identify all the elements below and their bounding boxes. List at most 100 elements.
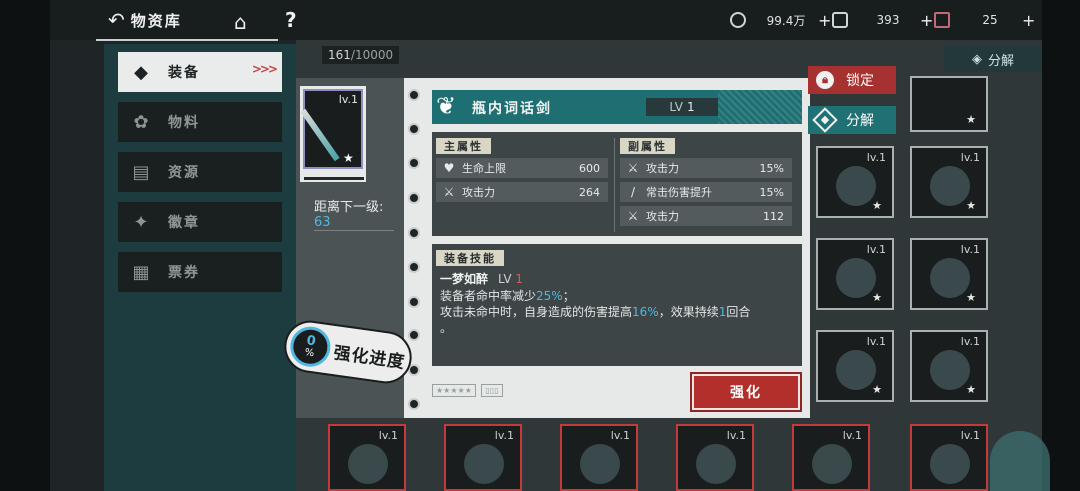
resources-icon: ▤ — [132, 161, 150, 183]
next-level-label: 距离下一级: — [314, 200, 384, 215]
equipment-icon: ◆ — [134, 61, 148, 83]
enhance-button[interactable]: 强化 — [692, 374, 800, 410]
equipment-art-icon — [930, 444, 970, 484]
title-underline — [96, 39, 278, 41]
help-icon[interactable]: ? — [285, 8, 297, 32]
lock-icon: 🔒︎ — [816, 71, 834, 89]
diamond-icon — [812, 107, 838, 133]
equipment-art-icon — [464, 444, 504, 484]
resource-crystal: 25 + — [934, 9, 1035, 31]
card-footer-stamp-icon: ★★★★★ ▯▯▯ — [432, 384, 552, 408]
crystal-icon — [934, 12, 950, 28]
inventory-count-value: 161 — [328, 48, 351, 62]
attr-name: 生命上限 — [462, 162, 506, 175]
slot-level: lv.1 — [960, 151, 980, 164]
inventory-slot[interactable]: lv.1 — [328, 424, 406, 491]
back-button[interactable]: ↶ 物资库 — [108, 8, 182, 32]
inventory-slot[interactable]: lv.1 ★ — [816, 330, 894, 402]
skill-desc-line: 装备者命中率减少25%； — [440, 288, 794, 304]
item-level: lv.1 — [338, 93, 358, 106]
heart-icon: ♥ — [443, 161, 455, 175]
sub-attr-row: ⚔ 攻击力 15% — [620, 158, 792, 178]
slot-level: lv.1 — [960, 243, 980, 256]
inventory-slot[interactable]: lv.1 ★ — [816, 238, 894, 310]
binder-ring-icon — [408, 89, 420, 101]
attr-value: 600 — [579, 161, 600, 175]
equipment-art-icon — [836, 350, 876, 390]
home-icon[interactable]: ⌂ — [234, 10, 247, 34]
skill-text: 装备者命中率减少 — [440, 289, 537, 303]
badge-icon: ✦ — [133, 211, 149, 233]
add-crystal-button[interactable]: + — [1022, 11, 1035, 30]
inventory-slot[interactable]: ★ — [910, 76, 988, 132]
sub-attributes-title: 副属性 — [620, 138, 675, 154]
equipment-art-icon — [812, 444, 852, 484]
voucher-icon: ▦ — [132, 261, 150, 283]
main-attributes-title: 主属性 — [436, 138, 491, 154]
inventory-slot[interactable]: lv.1 ★ — [910, 146, 988, 218]
equipment-art-icon — [930, 258, 970, 298]
slot-level: lv.1 — [960, 429, 980, 442]
inventory-slot[interactable]: lv.1 — [792, 424, 870, 491]
add-coin-button[interactable]: + — [818, 11, 831, 30]
attr-name: 攻击力 — [646, 162, 679, 175]
attr-value: 15% — [759, 185, 784, 199]
menu-item-equipment[interactable]: ◆ 装备 >>> — [118, 52, 282, 92]
page-title: 物资库 — [130, 11, 182, 30]
slot-level: lv.1 — [494, 429, 514, 442]
ticket-value: 393 — [876, 13, 900, 27]
lock-button[interactable]: 🔒︎ 锁定 — [808, 66, 896, 94]
menu-item-vouchers[interactable]: ▦ 票券 — [118, 252, 282, 292]
sword-icon — [300, 108, 340, 162]
slot-level: lv.1 — [726, 429, 746, 442]
decompose-all-button[interactable]: ◈ 分解 — [944, 46, 1042, 72]
menu-item-badges[interactable]: ✦ 徽章 — [118, 202, 282, 242]
add-ticket-button[interactable]: + — [920, 11, 933, 30]
equipment-art-icon — [348, 444, 388, 484]
binder-ring-icon — [408, 227, 420, 239]
menu-item-label: 物料 — [168, 115, 200, 131]
star-icon: ★ — [966, 199, 976, 212]
inventory-slot[interactable]: lv.1 ★ — [910, 330, 988, 402]
skill-name: 一梦如醉 — [440, 272, 489, 286]
star-icon: ★ — [872, 383, 882, 396]
inventory-slot[interactable]: lv.1 — [910, 424, 988, 491]
next-level-value: 63 — [314, 215, 394, 231]
decompose-button[interactable]: 分解 — [808, 106, 896, 134]
diamond-icon: ◈ — [971, 51, 982, 67]
item-level-box: LV 1 — [646, 98, 718, 116]
item-thumbnail-inner: lv.1 ★ — [300, 89, 363, 169]
inventory-slot[interactable]: lv.1 — [676, 424, 754, 491]
inventory-slot[interactable]: lv.1 — [444, 424, 522, 491]
equipment-art-icon — [580, 444, 620, 484]
skill-text: ，效果持续 — [658, 305, 719, 319]
menu-item-label: 票券 — [168, 265, 200, 281]
inventory-slot[interactable]: lv.1 — [560, 424, 638, 491]
sword-icon: / — [630, 185, 636, 199]
attr-value: 112 — [763, 209, 784, 223]
coin-icon — [730, 12, 746, 28]
ticket-icon — [832, 12, 848, 28]
main-attr-row: ⚔ 攻击力 264 — [436, 182, 608, 202]
level-value: 1 — [686, 100, 695, 114]
star-icon: ★ — [343, 151, 354, 165]
resource-ticket: 393 + — [832, 9, 933, 31]
next-level-info: 距离下一级: 63 — [314, 196, 400, 231]
equipment-art-icon — [836, 166, 876, 206]
skill-level-prefix: LV — [498, 272, 512, 286]
menu-item-resources[interactable]: ▤ 资源 — [118, 152, 282, 192]
inventory-slot[interactable]: lv.1 ★ — [910, 238, 988, 310]
crossed-swords-icon: ⚔ — [627, 209, 639, 223]
skill-desc-line: 。 — [440, 320, 794, 336]
corner-emblem-icon[interactable] — [990, 431, 1050, 491]
menu-item-label: 装备 — [168, 65, 200, 81]
inventory-slot[interactable]: lv.1 ★ — [816, 146, 894, 218]
decompose-label: 分解 — [846, 113, 874, 129]
sub-attr-row: ⚔ 攻击力 112 — [620, 206, 792, 226]
slot-level: lv.1 — [378, 429, 398, 442]
lock-label: 锁定 — [846, 73, 874, 89]
menu-item-materials[interactable]: ✿ 物料 — [118, 102, 282, 142]
category-menu: ◆ 装备 >>> ✿ 物料 ▤ 资源 ✦ 徽章 ▦ 票券 — [104, 44, 296, 491]
equipment-art-icon — [696, 444, 736, 484]
sub-attr-row: / 常击伤害提升 15% — [620, 182, 792, 202]
